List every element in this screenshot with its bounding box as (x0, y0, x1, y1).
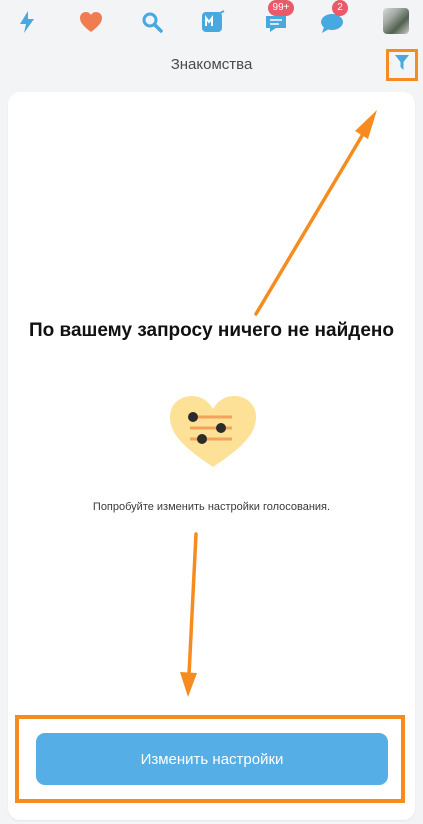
top-navigation: 99+ 2 (0, 0, 423, 44)
empty-state-hint: Попробуйте изменить настройки голосовани… (92, 501, 331, 513)
chat-badge: 2 (332, 0, 348, 16)
search-icon[interactable] (138, 8, 166, 36)
messages-badge: 99+ (268, 0, 294, 16)
heart-icon[interactable] (77, 8, 105, 36)
avatar[interactable] (383, 8, 409, 34)
page-title: Знакомства (170, 56, 253, 73)
lightning-icon[interactable] (13, 8, 41, 36)
chat-icon[interactable]: 2 (318, 0, 348, 36)
empty-state-title: По вашему запросу ничего не найдено (28, 320, 394, 341)
filter-icon (394, 54, 410, 77)
filter-button[interactable] (386, 49, 418, 81)
heart-settings-icon (166, 393, 260, 469)
mamba-icon[interactable] (199, 8, 227, 36)
messages-icon[interactable]: 99+ (262, 0, 294, 36)
change-settings-button[interactable]: Изменить настройки (36, 733, 388, 785)
